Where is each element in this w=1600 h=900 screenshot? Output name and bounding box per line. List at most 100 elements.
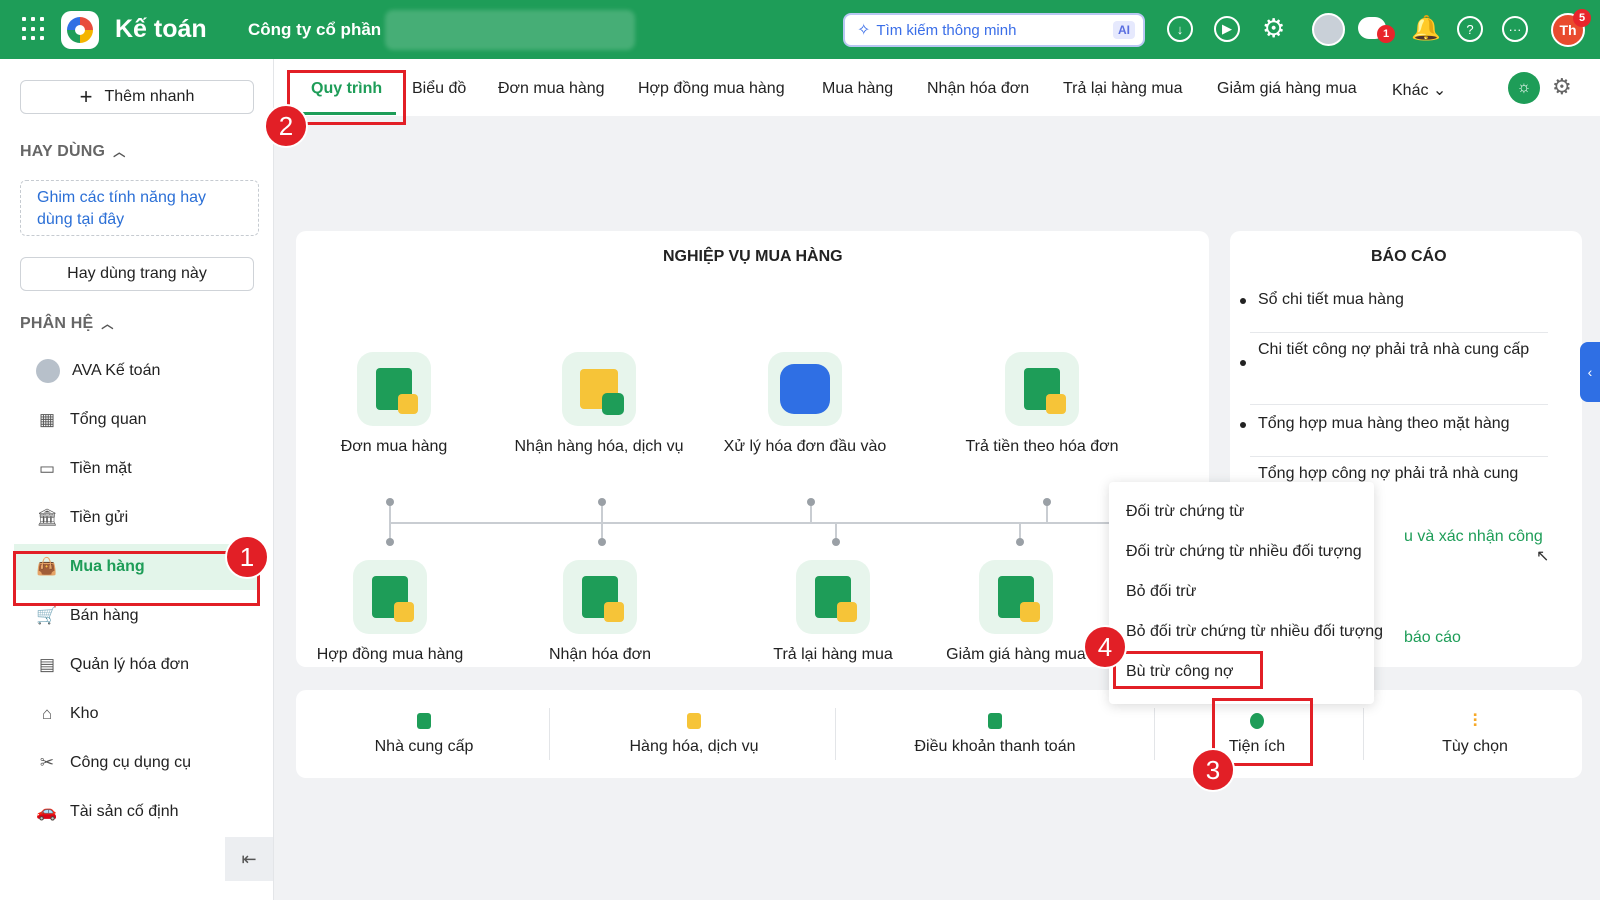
smart-search[interactable]: ✧ Tìm kiếm thông minh AI [843,13,1145,47]
lightbulb-icon[interactable]: ☼ [1508,72,1540,104]
sidebar-item-warehouse[interactable]: ⌂ Kho [14,691,260,737]
report-link[interactable]: Chi tiết công nợ phải trả nhà cung cấp [1258,338,1548,362]
bullet [1240,422,1246,428]
cash-icon: ▭ [38,459,56,478]
more-icon[interactable]: ··· [1502,16,1528,42]
receive-goods-icon [562,352,636,426]
sidebar-item-overview[interactable]: ▦ Tổng quan [14,397,260,443]
workflow-title: NGHIỆP VỤ MUA HÀNG [663,248,843,265]
receive-invoice-icon [563,560,637,634]
ai-badge[interactable]: AI [1113,21,1135,39]
company-name[interactable]: Công ty cổ phần [248,20,381,40]
tab-receive-invoices[interactable]: Nhận hóa đơn [927,80,1029,98]
favorite-this-page-button[interactable]: Hay dùng trang này [20,257,254,291]
workflow-node-receive-invoice[interactable]: Nhận hóa đơn [500,560,700,667]
workflow-node-label: Nhận hóa đơn [548,646,652,663]
tab-purchasing[interactable]: Mua hàng [822,80,893,98]
workflow-node-receive-goods[interactable]: Nhận hàng hóa, dịch vụ [499,352,699,459]
bottom-payment-terms[interactable]: Điều khoản thanh toán [890,710,1100,756]
report-link[interactable]: Tổng hợp mua hàng theo mặt hàng [1258,412,1548,436]
box-icon [687,713,701,729]
tab-purchase-contracts[interactable]: Hợp đồng mua hàng [638,80,785,98]
chevron-up-icon: ︿ [113,145,126,159]
favorites-section-head[interactable]: HAY DÙNG ︿ [20,143,125,161]
help-icon[interactable]: ? [1457,16,1483,42]
top-bar: Kế toán Công ty cổ phần ✧ Tìm kiếm thông… [0,0,1600,59]
car-icon: 🚗 [36,802,58,821]
tab-purchase-orders[interactable]: Đơn mua hàng [498,80,605,98]
sidebar-item-bank[interactable]: 🏛 Tiền gửi [14,495,260,541]
sidebar-item-invoices[interactable]: ▤ Quản lý hóa đơn [14,642,260,688]
reports-title: BÁO CÁO [1371,248,1447,265]
tab-purchase-returns[interactable]: Trả lại hàng mua [1063,80,1182,98]
modules-section-head[interactable]: PHÂN HỆ ︿ [20,315,114,333]
tab-charts[interactable]: Biểu đồ [412,80,466,98]
menu-item-undo-offset[interactable]: Bỏ đối trừ [1126,583,1196,601]
building-icon [417,713,431,729]
sidebar-item-tools[interactable]: ✂ Công cụ dụng cụ [14,740,260,786]
favorites-head-label: HAY DÙNG [20,143,106,160]
warehouse-icon: ⌂ [41,704,53,723]
menu-item-offset-multi-party[interactable]: Đối trừ chứng từ nhiều đối tượng [1126,543,1362,561]
tab-purchase-discounts[interactable]: Giảm giá hàng mua [1217,80,1357,98]
sidebar-item-fixed-assets[interactable]: 🚗 Tài sản cố định [14,789,260,835]
chevron-down-icon: ⌄ [1432,82,1447,99]
bottom-options[interactable]: ⫶ Tùy chọn [1420,710,1530,756]
workflow-node-purchase-order[interactable]: Đơn mua hàng [294,352,494,459]
process-invoice-icon [768,352,842,426]
annotation-number: 3 [1191,748,1235,792]
workflow-node-purchase-return[interactable]: Trả lại hàng mua [733,560,933,667]
bottom-label: Nhà cung cấp [374,738,474,755]
play-icon[interactable]: ▶ [1214,16,1240,42]
divider [835,708,836,760]
download-icon[interactable]: ↓ [1167,16,1193,42]
sidebar-item-label: Tiền gửi [70,509,129,526]
app-grid-icon[interactable] [22,17,46,41]
annotation-number: 4 [1083,625,1127,669]
bullet [1240,360,1246,366]
divider [549,708,550,760]
bottom-suppliers[interactable]: Nhà cung cấp [344,710,504,756]
app-logo[interactable] [61,11,99,49]
workflow-node-label: Hợp đồng mua hàng [316,646,464,663]
flow-dot [598,538,606,546]
quick-add-button[interactable]: + Thêm nhanh [20,80,254,114]
workflow-node-label: Xử lý hóa đơn đầu vào [723,438,887,455]
flow-dot [832,538,840,546]
workflow-node-label: Trả tiền theo hóa đơn [965,438,1119,455]
ava-avatar-icon [36,359,60,383]
report-link[interactable]: Sổ chi tiết mua hàng [1258,288,1548,312]
divider [1250,404,1548,405]
chevron-left-icon[interactable]: ‹ [1580,342,1600,402]
menu-item-offset-documents[interactable]: Đối trừ chứng từ [1126,503,1244,521]
sidebar-item-label: AVA Kế toán [72,362,161,379]
workflow-node-purchase-contract[interactable]: Hợp đồng mua hàng [290,560,490,667]
purchase-order-icon [357,352,431,426]
assistant-avatar[interactable] [1312,13,1345,46]
dashboard-icon: ▦ [38,410,56,429]
flow-dot [386,538,394,546]
divider [1250,456,1548,457]
report-link-partial[interactable]: u và xác nhận công [1404,528,1543,546]
collapse-sidebar-icon[interactable]: ⇤ [225,837,273,881]
sidebar-item-label: Kho [70,705,99,722]
bell-icon[interactable]: 🔔 [1411,14,1441,43]
search-input[interactable]: Tìm kiếm thông minh [876,22,1016,39]
settings-sliders-icon[interactable]: ⚙ [1552,74,1572,100]
workflow-node-process-invoice[interactable]: Xử lý hóa đơn đầu vào [705,352,905,459]
tab-more[interactable]: Khác ⌄ [1392,80,1446,100]
more-reports-link[interactable]: báo cáo [1404,629,1461,647]
sidebar-item-cash[interactable]: ▭ Tiền mặt [14,446,260,492]
menu-item-undo-offset-multi-party[interactable]: Bỏ đối trừ chứng từ nhiều đối tượng [1126,623,1383,641]
workflow-node-label: Trả lại hàng mua [773,646,893,663]
workflow-node-pay-invoice[interactable]: Trả tiền theo hóa đơn [942,352,1142,459]
gear-icon[interactable]: ⚙ [1262,13,1285,44]
flow-connector [601,502,603,542]
company-name-redacted [385,10,635,50]
sidebar-item-label: Tiền mặt [70,460,132,477]
flow-dot [598,498,606,506]
annotation-number: 2 [264,104,308,148]
chevron-up-icon: ︿ [101,317,114,331]
sidebar-item-ava[interactable]: AVA Kế toán [14,348,260,394]
bottom-goods-services[interactable]: Hàng hóa, dịch vụ [604,710,784,756]
